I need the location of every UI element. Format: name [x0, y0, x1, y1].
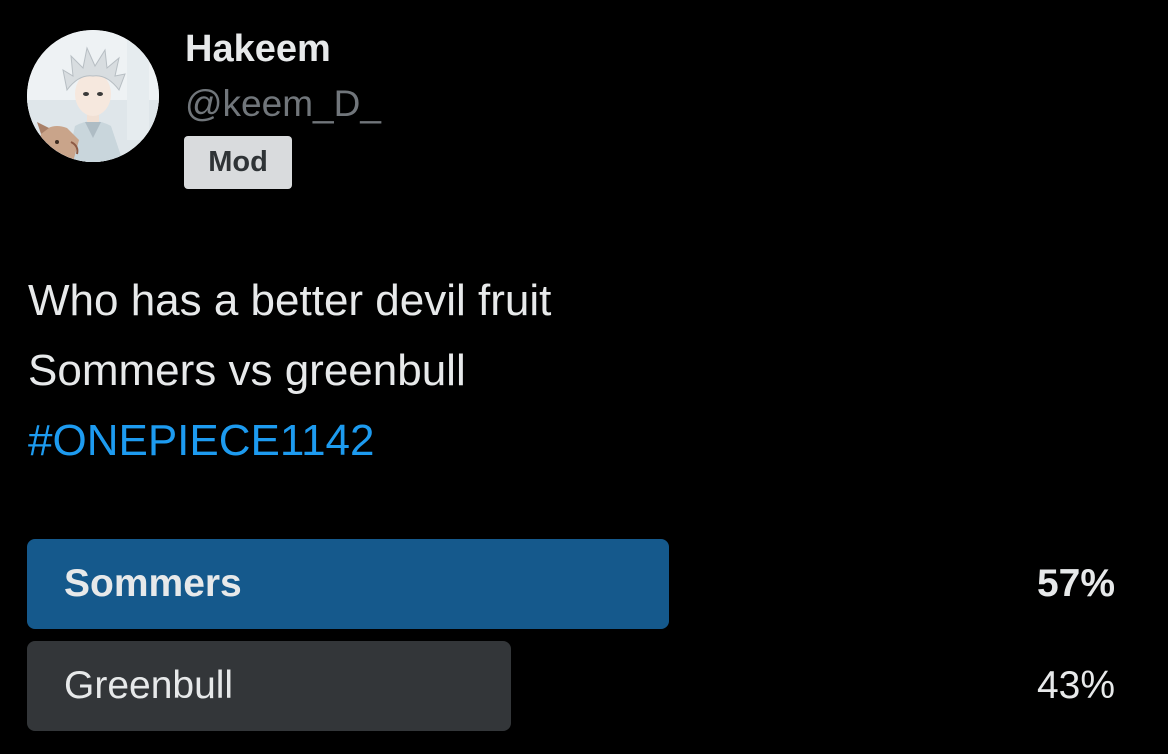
poll-option-label: Sommers	[64, 562, 242, 605]
author-name[interactable]: Hakeem	[185, 26, 331, 72]
poll-option-sommers[interactable]: Sommers 57%	[27, 539, 1117, 629]
poll: Sommers 57% Greenbull 43%	[27, 539, 1117, 743]
tweet-line: Who has a better devil fruit	[28, 276, 552, 325]
poll-option-greenbull[interactable]: Greenbull 43%	[27, 641, 1117, 731]
poll-option-label: Greenbull	[64, 664, 234, 707]
hashtag-link[interactable]: #ONEPIECE1142	[28, 406, 551, 476]
poll-option-percent: 43%	[1036, 664, 1115, 707]
anime-avatar-icon	[27, 30, 159, 162]
tweet-line: Sommers vs greenbull	[28, 346, 466, 395]
mod-badge: Mod	[184, 136, 292, 189]
poll-option-percent: 57%	[1036, 562, 1115, 605]
tweet-text: Who has a better devil fruit Sommers vs …	[28, 266, 551, 476]
avatar[interactable]	[27, 30, 159, 162]
author-handle[interactable]: @keem_D_	[185, 82, 381, 126]
